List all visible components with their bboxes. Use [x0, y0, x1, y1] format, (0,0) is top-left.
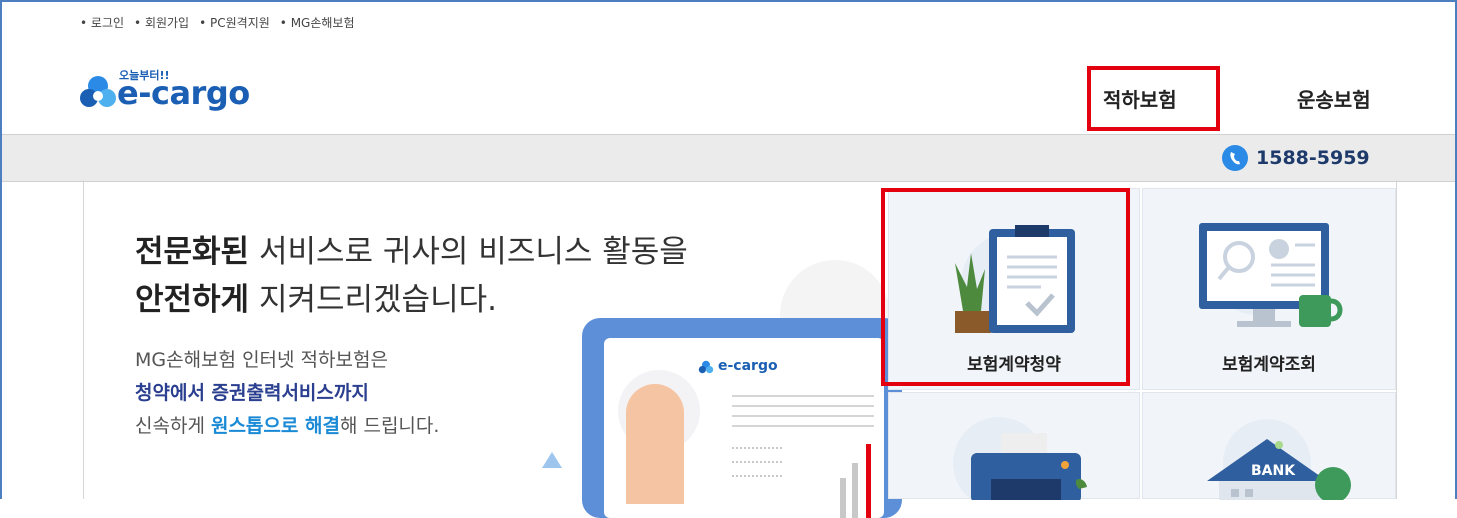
phone-icon — [1222, 145, 1248, 171]
window-border-top — [0, 0, 1457, 2]
bank-icon: BANK — [1207, 419, 1351, 500]
remote-support-link[interactable]: PC원격지원 — [199, 14, 270, 31]
headline-line1-rest: 서비스로 귀사의 비즈니스 활동을 — [249, 234, 688, 270]
content-divider-right — [1396, 180, 1397, 499]
cloud-logo-icon — [80, 76, 116, 107]
desc-line2: 청약에서 증권출력서비스까지 — [135, 382, 369, 404]
tile-bank-service[interactable]: BANK — [1142, 392, 1396, 500]
signup-link[interactable]: 회원가입 — [134, 14, 189, 31]
desc-line3-highlight: 원스톱으로 해결 — [210, 415, 340, 437]
login-link[interactable]: 로그인 — [80, 14, 124, 31]
content-divider-left — [83, 180, 84, 499]
monitor-search-icon — [1199, 223, 1343, 327]
tile-insurance-inquiry[interactable]: 보험계약조회 — [1142, 188, 1396, 390]
headline-line1-bold: 전문화된 — [135, 234, 250, 270]
svg-text:BANK: BANK — [1251, 463, 1296, 479]
desc-line1: MG손해보험 인터넷 적하보험은 — [135, 349, 388, 371]
tablet-logo-icon — [698, 360, 714, 374]
service-description: MG손해보험 인터넷 적하보험은 청약에서 증권출력서비스까지 신속하게 원스톱… — [135, 344, 439, 443]
logo-name: e-cargo — [117, 74, 250, 112]
pointing-finger-illustration — [626, 384, 684, 504]
phone-contact: 1588-5959 — [1222, 145, 1370, 171]
desc-line3-post: 해 드립니다. — [339, 415, 440, 437]
main-headline: 전문화된 서비스로 귀사의 비즈니스 활동을 안전하게 지켜드리겠습니다. — [135, 228, 688, 324]
printer-icon — [953, 417, 1087, 500]
highlight-box-nav — [1087, 66, 1220, 131]
headline-line2-bold: 안전하게 — [135, 282, 250, 318]
highlight-box-apply — [881, 188, 1130, 386]
mg-insurance-link[interactable]: MG손해보험 — [280, 14, 355, 31]
desc-line3-pre: 신속하게 — [135, 415, 211, 437]
ecargo-logo[interactable]: 오늘부터!! e-cargo — [80, 62, 300, 118]
utility-links: 로그인 회원가입 PC원격지원 MG손해보험 — [80, 14, 355, 31]
window-border-left — [0, 0, 2, 499]
headline-line2-rest: 지켜드리겠습니다. — [249, 282, 497, 318]
nav-transport-insurance[interactable]: 운송보험 — [1297, 84, 1371, 113]
triangle-decoration — [542, 452, 562, 468]
phone-number: 1588-5959 — [1256, 147, 1370, 169]
tile-printer-service[interactable] — [888, 392, 1140, 500]
tablet-logo-text: e-cargo — [718, 358, 778, 374]
tile-insurance-inquiry-label: 보험계약조회 — [1222, 355, 1316, 375]
